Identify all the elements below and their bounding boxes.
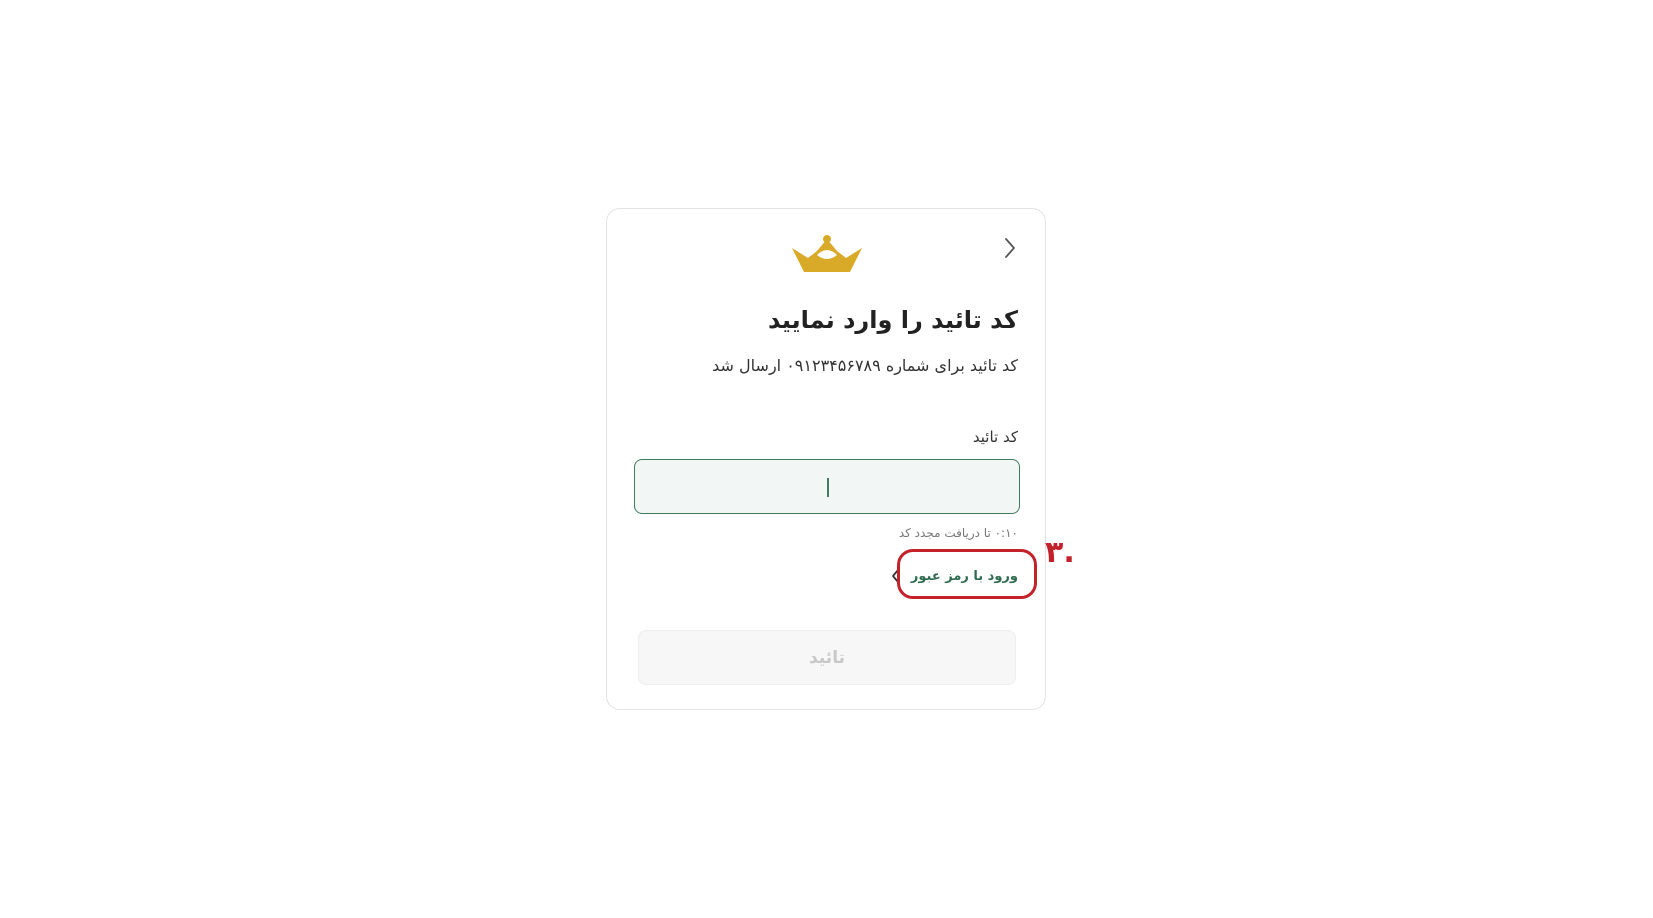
- annotation-step-number: .۳: [1045, 535, 1075, 570]
- verification-code-field[interactable]: [634, 459, 1020, 514]
- text-caret: [827, 478, 829, 497]
- confirm-button[interactable]: تائید: [638, 630, 1016, 685]
- page: کد تائید را وارد نمایید کد تائید برای شم…: [0, 0, 1653, 918]
- annotation-highlight-ring: [897, 549, 1037, 599]
- chevron-right-icon: [1005, 238, 1015, 258]
- sent-to-phone-text: کد تائید برای شماره ۰۹۱۲۳۴۵۶۷۸۹ ارسال شد: [712, 356, 1018, 375]
- verification-card: کد تائید را وارد نمایید کد تائید برای شم…: [606, 208, 1075, 710]
- resend-countdown-text: ۰:۱۰ تا دریافت مجدد کد: [898, 526, 1018, 540]
- crown-icon: [792, 235, 862, 272]
- back-button[interactable]: [995, 233, 1025, 263]
- page-title: کد تائید را وارد نمایید: [767, 306, 1018, 334]
- verification-code-label: کد تائید: [972, 428, 1018, 446]
